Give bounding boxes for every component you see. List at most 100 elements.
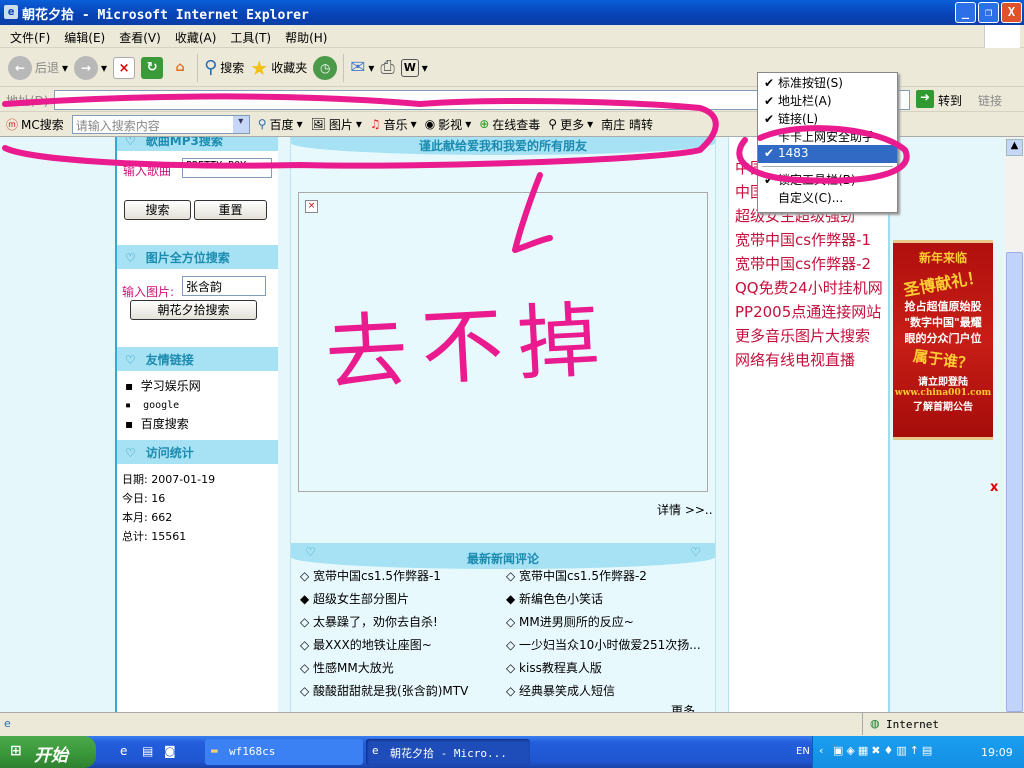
news-item[interactable]: ◇ 宽带中国cs1.5作弊器-2 bbox=[506, 565, 701, 588]
menu-file[interactable]: 文件(F) bbox=[10, 29, 50, 47]
search-input[interactable]: 请输入搜索内容 ▾ bbox=[71, 114, 250, 134]
friend-link[interactable]: ▪ 百度搜索 bbox=[125, 415, 201, 434]
reset-button[interactable]: 重置 bbox=[194, 200, 267, 220]
menu-edit[interactable]: 编辑(E) bbox=[64, 29, 105, 47]
plus-circle-icon: ⊕ bbox=[479, 117, 490, 131]
news-item[interactable]: ◇ 太暴躁了，劝你去自杀! bbox=[300, 611, 468, 634]
context-menu-item[interactable]: 卡卡上网安全助手 bbox=[758, 127, 897, 145]
context-menu-item[interactable]: ✔ 1483 bbox=[758, 145, 897, 163]
search-music[interactable]: ♫ 音乐 ▾ bbox=[370, 116, 417, 133]
detail-link[interactable]: 详情 >>.. bbox=[657, 501, 713, 518]
news-link[interactable]: kiss教程真人版 bbox=[519, 661, 602, 675]
news-item[interactable]: ◇ 最XXX的地铁让座图~ bbox=[300, 634, 468, 657]
link-text[interactable]: google bbox=[143, 400, 179, 411]
search-baidu[interactable]: ⚲ 百度 ▾ bbox=[258, 116, 303, 133]
news-item[interactable]: ◆ 新编色色小笑话 bbox=[506, 588, 701, 611]
mail-button[interactable]: ✉ ▾ bbox=[350, 57, 374, 78]
news-item[interactable]: ◇ 一少妇当众10小时做爱251次扬... bbox=[506, 634, 701, 657]
context-menu-item[interactable]: ✔ 链接(L) bbox=[758, 109, 897, 127]
links-label[interactable]: 链接 bbox=[978, 92, 1002, 109]
friend-link[interactable]: ▪ google bbox=[125, 396, 201, 415]
vertical-scrollbar[interactable]: ▲ bbox=[1005, 137, 1024, 712]
item-label: 百度 bbox=[269, 117, 294, 132]
task-ie-window[interactable]: e 朝花夕拾 - Micro... bbox=[366, 739, 530, 765]
news-item[interactable]: ◇ kiss教程真人版 bbox=[506, 657, 701, 680]
news-link[interactable]: 一少妇当众10小时做爱251次扬... bbox=[519, 638, 701, 652]
go-arrow-icon[interactable]: ➜ bbox=[916, 90, 934, 108]
right-link[interactable]: PP2005点通连接网站 bbox=[729, 301, 888, 325]
image-search-button[interactable]: 朝花夕拾搜索 bbox=[130, 300, 257, 320]
right-link[interactable]: 宽带中国cs作弊器-1 bbox=[729, 229, 888, 253]
news-link[interactable]: 性感MM大放光 bbox=[313, 661, 394, 675]
scroll-up-icon[interactable]: ▲ bbox=[1006, 139, 1023, 156]
news-link[interactable]: 新编色色小笑话 bbox=[519, 592, 603, 606]
print-icon[interactable]: ⎙ bbox=[380, 57, 394, 78]
news-item[interactable]: ◇ 宽带中国cs1.5作弊器-1 bbox=[300, 565, 468, 588]
quicklaunch-icon[interactable]: ◙ bbox=[164, 744, 176, 758]
search-more[interactable]: ⚲ 更多 ▾ bbox=[548, 116, 593, 133]
menu-view[interactable]: 查看(V) bbox=[119, 29, 161, 47]
link-text[interactable]: 百度搜索 bbox=[141, 417, 189, 431]
online-antivirus[interactable]: ⊕ 在线查毒 bbox=[479, 116, 540, 133]
news-link[interactable]: 酸酸甜甜就是我(张含韵)MTV bbox=[313, 684, 468, 698]
language-indicator[interactable]: EN bbox=[796, 746, 810, 757]
menu-favorites[interactable]: 收藏(A) bbox=[175, 29, 217, 47]
friend-link[interactable]: ▪ 学习娱乐网 bbox=[125, 377, 201, 396]
minimize-button[interactable]: _ bbox=[955, 2, 976, 23]
search-button[interactable]: ⚲ 搜索 bbox=[204, 57, 244, 78]
context-menu-item[interactable]: ✔ 锁定工具栏(B) bbox=[758, 170, 897, 188]
link-text[interactable]: 学习娱乐网 bbox=[141, 379, 201, 393]
news-item[interactable]: ◇ 酸酸甜甜就是我(张含韵)MTV bbox=[300, 680, 468, 703]
restore-button[interactable]: ❐ bbox=[978, 2, 999, 23]
stop-icon[interactable]: × bbox=[113, 56, 136, 79]
back-button[interactable]: ← 后退 ▾ bbox=[8, 55, 68, 80]
tray-expand-icon[interactable]: ‹ bbox=[819, 744, 823, 757]
scrollbar-thumb[interactable] bbox=[1006, 252, 1023, 712]
ie-icon: e bbox=[4, 5, 18, 19]
news-link[interactable]: 太暴躁了，劝你去自杀! bbox=[313, 615, 438, 629]
search-video[interactable]: ◉ 影视 ▾ bbox=[425, 116, 472, 133]
news-link[interactable]: 超级女生部分图片 bbox=[313, 592, 409, 606]
right-link[interactable]: 更多音乐图片大搜索 bbox=[729, 325, 888, 349]
news-item[interactable]: ◇ 性感MM大放光 bbox=[300, 657, 468, 680]
news-item[interactable]: ◇ MM进男厕所的反应~ bbox=[506, 611, 701, 634]
more-news-link[interactable]: 更多 bbox=[671, 702, 695, 712]
advertisement-banner[interactable]: 新年来临 圣博献礼！ 抢占超值原始股 "数字中国"最耀 眼的分众门户位 属于谁？… bbox=[893, 240, 993, 440]
search-button[interactable]: 搜索 bbox=[124, 200, 191, 220]
visit-stats-header: ♡ 访问统计 bbox=[117, 440, 278, 464]
search-images[interactable]: 🖼 图片 ▾ bbox=[311, 116, 362, 133]
favorites-button[interactable]: ★ 收藏夹 bbox=[250, 56, 307, 80]
news-link[interactable]: 经典暴笑成人短信 bbox=[519, 684, 615, 698]
stat-date: 日期: 2007-01-19 bbox=[122, 473, 216, 486]
ad-close-button[interactable]: x bbox=[990, 480, 998, 495]
word-button[interactable]: W ▾ bbox=[400, 58, 428, 77]
refresh-icon[interactable]: ↻ bbox=[141, 56, 164, 79]
context-menu-item[interactable]: 自定义(C)... bbox=[758, 188, 897, 206]
news-link[interactable]: MM进男厕所的反应~ bbox=[519, 615, 634, 629]
news-item[interactable]: ◆ 超级女生部分图片 bbox=[300, 588, 468, 611]
news-link[interactable]: 最XXX的地铁让座图~ bbox=[313, 638, 432, 652]
home-icon[interactable]: ⌂ bbox=[169, 57, 191, 79]
forward-button[interactable]: → ▾ bbox=[74, 55, 107, 80]
quicklaunch-ie-icon[interactable]: e bbox=[120, 744, 127, 758]
song-input[interactable]: PRETTY BOY bbox=[182, 158, 272, 178]
history-icon[interactable]: ◷ bbox=[313, 55, 338, 80]
news-link[interactable]: 宽带中国cs1.5作弊器-2 bbox=[519, 569, 647, 583]
chevron-down-icon[interactable]: ▾ bbox=[232, 115, 249, 133]
menu-help[interactable]: 帮助(H) bbox=[285, 29, 327, 47]
image-input[interactable]: 张含韵 bbox=[182, 276, 266, 296]
go-button[interactable]: 转到 bbox=[938, 92, 962, 109]
task-folder[interactable]: ▬ wf168cs bbox=[205, 739, 363, 765]
close-button[interactable]: X bbox=[1001, 2, 1022, 23]
context-menu-item[interactable]: ✔ 地址栏(A) bbox=[758, 91, 897, 109]
start-button[interactable]: ⊞ 开始 bbox=[0, 736, 96, 768]
news-item[interactable]: ◇ 经典暴笑成人短信 bbox=[506, 680, 701, 703]
right-link[interactable]: QQ免费24小时挂机网 bbox=[729, 277, 888, 301]
news-link[interactable]: 宽带中国cs1.5作弊器-1 bbox=[313, 569, 441, 583]
tray-icons[interactable]: ▣◈▦✖♦▥↑▤ bbox=[833, 744, 935, 757]
right-link[interactable]: 宽带中国cs作弊器-2 bbox=[729, 253, 888, 277]
menu-tools[interactable]: 工具(T) bbox=[230, 29, 271, 47]
context-menu-item[interactable]: ✔ 标准按钮(S) bbox=[758, 73, 897, 91]
quicklaunch-icon[interactable]: ▤ bbox=[142, 744, 153, 758]
right-link[interactable]: 网络有线电视直播 bbox=[729, 349, 888, 373]
